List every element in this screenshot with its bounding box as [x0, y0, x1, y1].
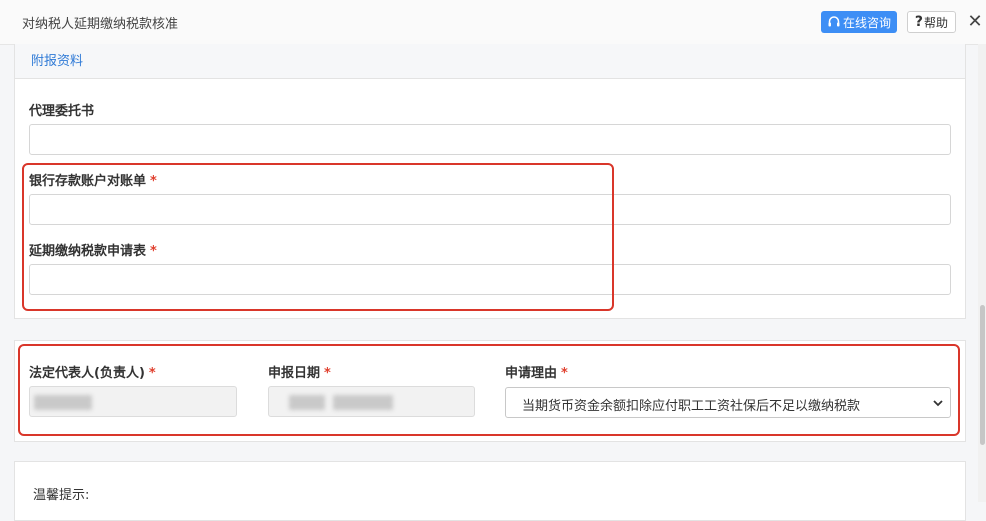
required-mark: *: [150, 174, 157, 189]
scrollbar-thumb[interactable]: [980, 305, 985, 445]
required-mark: *: [561, 366, 568, 381]
legal-rep-field: [29, 386, 237, 417]
deferral-application-upload-field[interactable]: [29, 264, 951, 295]
reason-label-text: 申请理由: [505, 366, 558, 381]
deferral-application-label: 延期缴纳税款申请表 *: [29, 240, 157, 259]
redacted-value: [34, 395, 92, 410]
power-of-attorney-label-text: 代理委托书: [29, 104, 95, 119]
bank-statement-label: 银行存款账户对账单 *: [29, 170, 157, 189]
redacted-value: [289, 395, 325, 410]
reason-label: 申请理由 *: [505, 362, 568, 381]
legal-rep-label-text: 法定代表人(负责人): [29, 366, 145, 381]
tip-label: 温馨提示:: [33, 488, 90, 503]
online-consult-button[interactable]: 在线咨询: [821, 11, 897, 33]
legal-rep-label: 法定代表人(负责人) *: [29, 362, 156, 381]
required-mark: *: [148, 366, 156, 381]
close-icon[interactable]: ✕: [965, 10, 985, 32]
power-of-attorney-label: 代理委托书: [29, 100, 94, 119]
report-date-field: [268, 386, 475, 417]
attachments-section-title[interactable]: 附报资料: [31, 50, 83, 69]
report-date-label: 申报日期 *: [268, 362, 331, 381]
power-of-attorney-upload-field[interactable]: [29, 124, 951, 155]
window-title: 对纳税人延期缴纳税款核准: [22, 17, 179, 32]
bank-statement-upload-field[interactable]: [29, 194, 951, 225]
chevron-down-icon: [933, 400, 943, 407]
reason-select[interactable]: 当期货币资金余额扣除应付职工工资社保后不足以缴纳税款: [505, 387, 951, 418]
title-bar: 对纳税人延期缴纳税款核准 在线咨询 ? 帮助 ✕: [0, 0, 986, 45]
headset-icon: [828, 16, 840, 27]
required-mark: *: [324, 366, 331, 381]
notice-panel: 温馨提示:: [14, 461, 966, 521]
help-button[interactable]: ? 帮助: [907, 11, 956, 33]
question-icon: ?: [914, 14, 924, 30]
online-consult-label: 在线咨询: [842, 15, 891, 30]
report-date-label-text: 申报日期: [268, 366, 321, 381]
attachments-header: 附报资料: [15, 44, 965, 79]
redacted-value: [333, 395, 393, 410]
help-label: 帮助: [924, 15, 949, 30]
deferral-application-label-text: 延期缴纳税款申请表: [29, 244, 147, 259]
bank-statement-label-text: 银行存款账户对账单: [29, 174, 147, 189]
required-mark: *: [150, 244, 157, 259]
reason-selected-value: 当期货币资金余额扣除应付职工工资社保后不足以缴纳税款: [522, 399, 861, 414]
